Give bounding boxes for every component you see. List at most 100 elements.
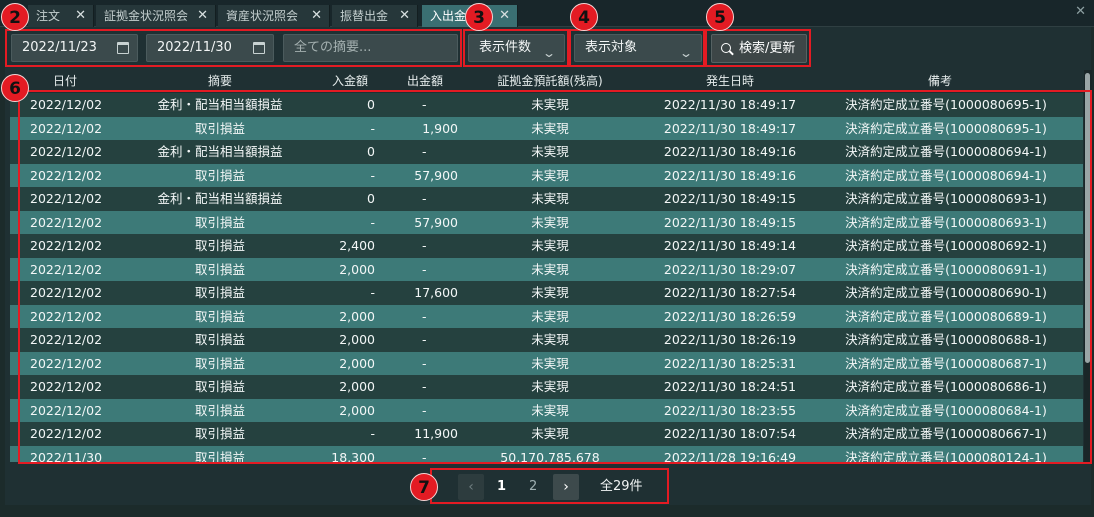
date-from-field[interactable]: 2022/11/23 — [11, 34, 138, 62]
cell-summary: 取引損益 — [194, 426, 245, 441]
cell-date: 2022/12/02 — [30, 308, 103, 324]
cell-summary: 金利・配当相当額損益 — [157, 144, 283, 159]
cell-notes: 決済約定成立番号(1000080684-1) — [845, 402, 1047, 418]
cell-occurred-at: 2022/11/30 18:49:14 — [663, 238, 797, 253]
cell-margin-balance: 未実現 — [531, 379, 569, 394]
display-count-select[interactable]: 表示件数 ⌄ — [468, 34, 565, 62]
table-row[interactable]: 2022/12/02 取引損益 - 57,900 未実現 2022/11/30 18:49… — [10, 163, 1083, 187]
header-deposit[interactable]: 入金額 — [310, 70, 390, 92]
calendar-icon[interactable] — [253, 42, 265, 54]
prev-page-button[interactable]: ‹ — [458, 474, 484, 500]
table-row[interactable]: 2022/12/02 金利・配当相当額損益 0- 未実現 2022/11/30 18:4… — [10, 187, 1083, 211]
table-row[interactable]: 2022/12/02 取引損益 2,000- 未実現 2022/11/30 18:29:… — [10, 257, 1083, 281]
tab-transfer-withdrawal[interactable]: 振替出金 ✕ — [332, 5, 418, 27]
tab-label: 振替出金 — [340, 9, 389, 23]
cell-occurred-at: 2022/11/30 18:29:07 — [663, 261, 797, 277]
cell-deposit: - — [370, 426, 375, 441]
cell-withdrawal: 17,600 — [414, 285, 458, 300]
cell-margin-balance: 未実現 — [531, 261, 569, 277]
header-notes[interactable]: 備考 — [890, 70, 990, 92]
cell-date: 2022/12/02 — [30, 191, 103, 206]
cell-notes: 決済約定成立番号(1000080695-1) — [845, 120, 1047, 136]
cell-notes: 決済約定成立番号(1000080690-1) — [845, 285, 1047, 300]
cell-occurred-at: 2022/11/30 18:25:31 — [663, 355, 797, 371]
cell-deposit: 0 — [367, 97, 375, 112]
page-2-link[interactable]: 2 — [529, 474, 537, 500]
table-row[interactable]: 2022/12/02 取引損益 2,000- 未実現 2022/11/30 18:26:… — [10, 328, 1083, 352]
table-row[interactable]: 2022/12/02 取引損益 - 17,600 未実現 2022/11/30 18:27… — [10, 281, 1083, 305]
search-button-label: 検索/更新 — [739, 41, 796, 56]
cell-deposit: 18,300 — [331, 449, 375, 463]
cell-date: 2022/12/02 — [30, 285, 103, 300]
cell-date: 2022/12/02 — [30, 214, 103, 230]
close-icon[interactable]: ✕ — [75, 5, 86, 27]
header-withdrawal[interactable]: 出金額 — [390, 70, 460, 92]
summary-filter-input[interactable]: 全ての摘要... — [283, 34, 458, 62]
table-row[interactable]: 2022/11/30 取引損益 18,300-50,170,785,678 2022/… — [10, 445, 1083, 463]
table-row[interactable]: 2022/12/02 取引損益 - 11,900 未実現 2022/11/30 18:07… — [10, 422, 1083, 446]
cell-margin-balance: 未実現 — [531, 144, 569, 159]
table-row[interactable]: 2022/12/02 取引損益 - 57,900 未実現 2022/11/30 18:49… — [10, 210, 1083, 234]
annotation-badge-3: 3 — [465, 3, 493, 31]
table-row[interactable]: 2022/12/02 取引損益 2,400- 未実現 2022/11/30 18:49:… — [10, 234, 1083, 258]
table-row[interactable]: 2022/12/02 金利・配当相当額損益 0- 未実現 2022/11/30 18:4… — [10, 140, 1083, 164]
date-to-field[interactable]: 2022/11/30 — [146, 34, 274, 62]
cell-deposit: 2,000 — [339, 402, 375, 418]
annotation-badge-5: 5 — [706, 3, 734, 31]
cell-notes: 決済約定成立番号(1000080694-1) — [845, 144, 1047, 159]
cell-deposit: 2,000 — [339, 332, 375, 347]
next-page-button[interactable]: › — [553, 474, 579, 500]
cell-deposit: - — [370, 120, 375, 136]
cell-notes: 決済約定成立番号(1000080693-1) — [845, 214, 1047, 230]
display-count-label: 表示件数 — [479, 40, 532, 55]
table-row[interactable]: 2022/12/02 取引損益 2,000- 未実現 2022/11/30 18:24:… — [10, 375, 1083, 399]
cell-date: 2022/12/02 — [30, 120, 103, 136]
tab-asset-status[interactable]: 資産状況照会 ✕ — [218, 5, 330, 27]
cell-date: 2022/12/02 — [30, 355, 103, 371]
header-margin-balance[interactable]: 証拠金預託額(残高) — [480, 70, 620, 92]
tab-margin-status[interactable]: 証拠金状況照会 ✕ — [96, 5, 216, 27]
cell-margin-balance: 未実現 — [531, 402, 569, 418]
window-close-icon[interactable]: ✕ — [1075, 4, 1086, 19]
display-target-select[interactable]: 表示対象 ⌄ — [574, 34, 702, 62]
date-to-value: 2022/11/30 — [157, 40, 232, 55]
cell-date: 2022/11/30 — [30, 449, 103, 463]
close-icon[interactable]: ✕ — [399, 5, 410, 27]
cell-margin-balance: 未実現 — [531, 97, 569, 112]
header-occurred-at[interactable]: 発生日時 — [660, 70, 800, 92]
cell-summary: 取引損益 — [194, 238, 245, 253]
close-icon[interactable]: ✕ — [197, 5, 208, 27]
tab-bar: 注文 ✕ 証拠金状況照会 ✕ 資産状況照会 ✕ 振替出金 ✕ 入出金 ✕ ✕ — [0, 0, 1094, 27]
table-row[interactable]: 2022/12/02 金利・配当相当額損益 0- 未実現 2022/11/30 18:4… — [10, 93, 1083, 117]
table-row[interactable]: 2022/12/02 取引損益 - 1,900 未実現 2022/11/30 18:49:… — [10, 116, 1083, 140]
search-refresh-button[interactable]: 検索/更新 — [711, 34, 807, 63]
close-icon[interactable]: ✕ — [499, 5, 510, 27]
page-1-link[interactable]: 1 — [497, 474, 506, 500]
cell-occurred-at: 2022/11/30 18:26:19 — [663, 332, 797, 347]
cell-summary: 取引損益 — [194, 261, 245, 277]
cell-notes: 決済約定成立番号(1000080667-1) — [845, 426, 1047, 441]
close-icon[interactable]: ✕ — [311, 5, 322, 27]
table-row[interactable]: 2022/12/02 取引損益 2,000- 未実現 2022/11/30 18:23:… — [10, 398, 1083, 422]
cell-summary: 取引損益 — [194, 402, 245, 418]
cell-margin-balance: 未実現 — [531, 120, 569, 136]
cell-deposit: 2,000 — [339, 379, 375, 394]
cell-deposit: 2,000 — [339, 355, 375, 371]
cell-notes: 決済約定成立番号(1000080693-1) — [845, 191, 1047, 206]
cell-date: 2022/12/02 — [30, 238, 103, 253]
table-row[interactable]: 2022/12/02 取引損益 2,000- 未実現 2022/11/30 18:25:… — [10, 351, 1083, 375]
header-summary[interactable]: 摘要 — [170, 70, 270, 92]
cell-summary: 取引損益 — [194, 120, 245, 136]
scrollbar-thumb[interactable] — [1085, 73, 1090, 363]
cell-summary: 取引損益 — [194, 308, 245, 324]
cell-withdrawal: 57,900 — [414, 167, 458, 183]
cell-notes: 決済約定成立番号(1000080689-1) — [845, 308, 1047, 324]
tab-orders[interactable]: 注文 ✕ — [28, 5, 94, 27]
cell-notes: 決済約定成立番号(1000080694-1) — [845, 167, 1047, 183]
table-row[interactable]: 2022/12/02 取引損益 2,000- 未実現 2022/11/30 18:26:… — [10, 304, 1083, 328]
calendar-icon[interactable] — [117, 42, 129, 54]
display-target-label: 表示対象 — [585, 40, 638, 55]
cell-occurred-at: 2022/11/30 18:24:51 — [663, 379, 797, 394]
header-date[interactable]: 日付 — [30, 70, 100, 92]
cell-occurred-at: 2022/11/30 18:49:17 — [663, 97, 797, 112]
